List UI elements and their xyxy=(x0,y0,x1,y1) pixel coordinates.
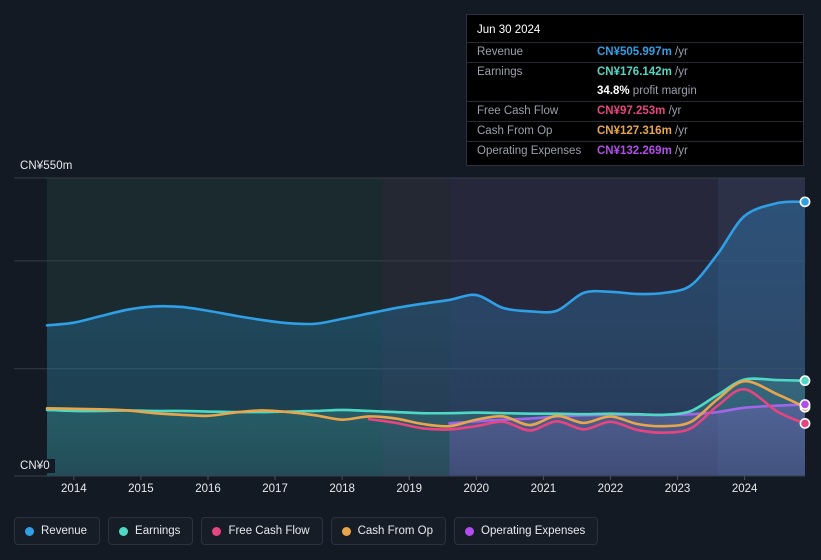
x-axis-tick-2017: 2017 xyxy=(262,483,288,495)
tooltip-row: Free Cash Flow CN¥97.253m /yr xyxy=(467,101,803,121)
legend-color-dot xyxy=(341,526,351,536)
endpoint-earnings xyxy=(799,375,811,387)
x-axis-tick-2023: 2023 xyxy=(664,483,691,495)
endpoint-revenue xyxy=(799,196,811,208)
x-axis-tick-2014: 2014 xyxy=(61,483,87,495)
tooltip-row-label: Revenue xyxy=(477,46,524,58)
tooltip-row: 34.8% profit margin xyxy=(467,82,803,101)
tooltip-date: Jun 30 2024 xyxy=(477,24,541,36)
legend-item-cash-from-op[interactable]: Cash From Op xyxy=(330,517,447,545)
tooltip-row-value: CN¥132.269m /yr xyxy=(597,145,688,157)
endpoint-free-cash-flow xyxy=(799,418,811,429)
x-axis-tick-2022: 2022 xyxy=(597,483,624,495)
legend-item-revenue[interactable]: Revenue xyxy=(14,517,101,545)
y-axis-label-min: CN¥0 xyxy=(16,459,55,473)
tooltip-row: Operating Expenses CN¥132.269m /yr xyxy=(467,141,803,161)
legend-color-dot xyxy=(212,526,222,536)
x-axis: 2014 2015 2016 2017 2018 2019 2020 2021 2022 2023… xyxy=(0,479,821,501)
data-tooltip: Jun 30 2024 Revenue CN¥505.997m /yr Earnin… xyxy=(466,14,804,166)
tooltip-row-label: Cash From Op xyxy=(477,125,553,137)
legend-item-label: Earnings xyxy=(135,525,181,537)
tooltip-row-value: CN¥127.316m /yr xyxy=(597,125,688,137)
legend-item-operating-expenses[interactable]: Operating Expenses xyxy=(454,517,599,545)
y-axis-label-max: CN¥550m xyxy=(16,159,78,173)
tooltip-row-value: 34.8% profit margin xyxy=(597,85,697,97)
tooltip-row-label: Free Cash Flow xyxy=(477,105,559,117)
x-axis-tick-2021: 2021 xyxy=(530,483,557,495)
financial-chart-app: CN¥550m CN¥0 2014 2015 2016 2017 2018 2019 202… xyxy=(0,0,821,560)
x-axis-tick-2019: 2019 xyxy=(396,483,423,495)
legend-color-dot xyxy=(119,526,129,536)
tooltip-row-value: CN¥505.997m /yr xyxy=(597,46,688,58)
x-axis-tick-2016: 2016 xyxy=(195,483,221,495)
x-axis-tick-2018: 2018 xyxy=(329,483,355,495)
tooltip-row: Cash From Op CN¥127.316m /yr xyxy=(467,121,803,141)
legend-item-label: Cash From Op xyxy=(357,525,434,537)
x-axis-tick-2020: 2020 xyxy=(463,483,490,495)
endpoint-operating-expenses xyxy=(799,399,811,410)
legend-color-dot xyxy=(25,526,34,536)
legend-item-label: Revenue xyxy=(41,525,88,537)
tooltip-rows: Revenue CN¥505.997m /yr Earnings CN¥176.142… xyxy=(467,42,803,161)
tooltip-row-value: CN¥176.142m /yr xyxy=(597,66,688,78)
tooltip-row: Revenue CN¥505.997m /yr xyxy=(467,42,803,62)
chart-legend[interactable]: Revenue Earnings Free Cash Flow Cash From O… xyxy=(14,517,599,545)
legend-item-label: Operating Expenses xyxy=(481,525,586,537)
legend-item-free-cash-flow[interactable]: Free Cash Flow xyxy=(201,517,323,545)
tooltip-row-label: Operating Expenses xyxy=(477,145,582,157)
x-axis-tick-2024: 2024 xyxy=(731,483,758,495)
legend-item-earnings[interactable]: Earnings xyxy=(108,517,194,545)
tooltip-row-label: Earnings xyxy=(477,66,523,78)
legend-item-label: Free Cash Flow xyxy=(228,525,310,537)
tooltip-row-value: CN¥97.253m /yr xyxy=(597,105,682,117)
tooltip-row: Earnings CN¥176.142m /yr xyxy=(467,62,803,82)
x-axis-tick-2015: 2015 xyxy=(128,483,154,495)
legend-color-dot xyxy=(465,526,475,536)
